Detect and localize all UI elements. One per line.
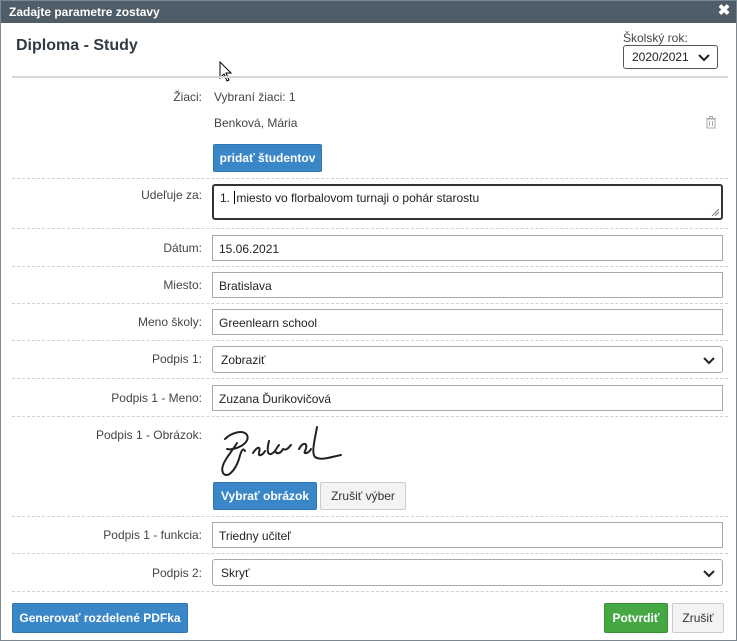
mouse-cursor-icon xyxy=(219,61,233,82)
date-label: Dátum: xyxy=(163,241,202,255)
close-icon[interactable]: ✖ xyxy=(716,2,732,20)
school-name-input[interactable]: Greenlearn school xyxy=(212,309,723,335)
signature2-label: Podpis 2: xyxy=(151,566,202,580)
row-divider xyxy=(12,303,728,304)
awarded-for-label: Udeľuje za: xyxy=(141,188,202,202)
row-divider xyxy=(12,516,728,517)
row-divider xyxy=(12,178,728,179)
report-parameters-dialog: Zadajte parametre zostavy ✖ Diploma - St… xyxy=(0,0,737,641)
row-divider xyxy=(12,553,728,554)
signature1-select[interactable]: Zobraziť xyxy=(212,346,723,373)
add-students-button[interactable]: pridať študentov xyxy=(213,144,322,172)
signature1-label: Podpis 1: xyxy=(151,352,202,366)
student-name: Benková, Mária xyxy=(214,116,298,130)
students-label: Žiaci: xyxy=(173,90,202,104)
resize-grip-icon[interactable] xyxy=(711,208,719,216)
school-year-select[interactable]: 2020/2021 xyxy=(623,45,718,69)
report-title: Diploma - Study xyxy=(16,37,138,54)
cancel-button[interactable]: Zrušiť xyxy=(672,603,724,633)
row-divider xyxy=(12,378,728,379)
place-label: Miesto: xyxy=(163,278,202,292)
signature1-select-value: Zobraziť xyxy=(221,353,266,367)
row-divider xyxy=(12,228,728,229)
school-name-label: Meno školy: xyxy=(137,315,202,329)
clear-selection-button[interactable]: Zrušiť výber xyxy=(320,482,406,510)
awarded-for-text-rest: miesto vo florbalovom turnaji o pohár st… xyxy=(236,191,480,205)
header-divider xyxy=(12,76,728,78)
signature1-function-label: Podpis 1 - funkcia: xyxy=(103,528,202,542)
school-year-label: Školský rok: xyxy=(623,31,688,45)
awarded-for-textarea[interactable]: 1. miesto vo florbalovom turnaji o pohár… xyxy=(212,184,723,220)
row-divider xyxy=(12,591,728,592)
signature1-name-input[interactable]: Zuzana Ďurikovičová xyxy=(212,385,723,411)
signature-image xyxy=(221,426,342,477)
row-divider xyxy=(12,266,728,267)
school-year-value: 2020/2021 xyxy=(632,50,689,64)
signature1-name-label: Podpis 1 - Meno: xyxy=(111,391,202,405)
selected-students-count: Vybraní žiaci: 1 xyxy=(214,90,296,104)
signature2-select-value: Skryť xyxy=(221,566,250,580)
awarded-for-text-start: 1. xyxy=(220,191,234,205)
generate-split-pdfs-button[interactable]: Generovať rozdelené PDFka xyxy=(12,603,188,633)
row-divider xyxy=(12,416,728,417)
chevron-down-icon xyxy=(703,570,715,578)
dialog-titlebar: Zadajte parametre zostavy ✖ xyxy=(1,1,736,23)
choose-image-button[interactable]: Vybrať obrázok xyxy=(213,482,317,510)
chevron-down-icon xyxy=(703,357,715,365)
signature1-function-input[interactable]: Triedny učiteľ xyxy=(212,522,723,548)
row-divider xyxy=(12,340,728,341)
dialog-title: Zadajte parametre zostavy xyxy=(9,5,160,19)
chevron-down-icon xyxy=(698,54,710,62)
confirm-button[interactable]: Potvrdiť xyxy=(604,603,668,633)
date-input[interactable]: 15.06.2021 xyxy=(212,235,723,261)
signature2-select[interactable]: Skryť xyxy=(212,559,723,586)
trash-icon[interactable] xyxy=(705,116,717,129)
signature1-image-label: Podpis 1 - Obrázok: xyxy=(95,428,202,442)
place-input[interactable]: Bratislava xyxy=(212,272,723,298)
